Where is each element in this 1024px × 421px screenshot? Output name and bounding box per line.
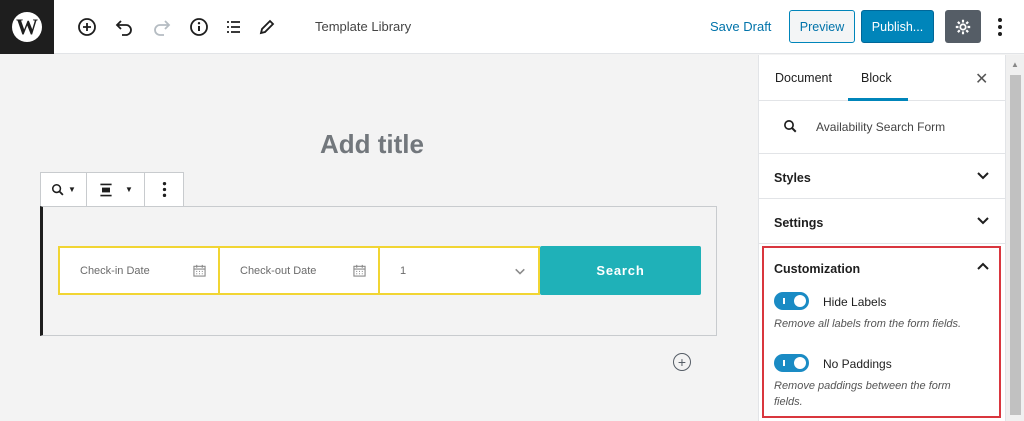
settings-sidebar: Document Block ✕ Availability Search For… bbox=[758, 55, 1005, 421]
block-toolbar: ▼ ▼ bbox=[40, 172, 184, 207]
guests-value: 1 bbox=[400, 264, 407, 277]
more-vertical-icon[interactable] bbox=[990, 13, 1010, 41]
close-icon[interactable]: ✕ bbox=[975, 69, 988, 89]
block-card-title: Availability Search Form bbox=[816, 120, 946, 134]
hide-labels-label: Hide Labels bbox=[823, 295, 887, 309]
search-icon bbox=[783, 119, 798, 139]
scroll-up-icon[interactable]: ▲ bbox=[1011, 60, 1019, 69]
preview-button[interactable]: Preview bbox=[789, 10, 855, 43]
editor-canvas: Add title ▼ ▼ Check-in Date Check-out Da… bbox=[0, 55, 758, 421]
checkin-placeholder: Check-in Date bbox=[80, 264, 150, 277]
sidebar-tabs: Document Block ✕ bbox=[759, 55, 1005, 101]
search-icon bbox=[51, 183, 65, 197]
scrollbar-thumb[interactable] bbox=[1010, 75, 1021, 415]
post-title-input[interactable]: Add title bbox=[320, 129, 424, 160]
no-paddings-toggle[interactable] bbox=[774, 354, 809, 372]
toggle-knob bbox=[794, 295, 806, 307]
list-view-icon[interactable] bbox=[220, 14, 246, 40]
no-paddings-label: No Paddings bbox=[823, 357, 892, 371]
add-block-icon[interactable] bbox=[74, 14, 100, 40]
caret-down-icon: ▼ bbox=[125, 185, 133, 194]
hide-labels-help: Remove all labels from the form fields. bbox=[774, 318, 962, 330]
calendar-icon bbox=[193, 264, 206, 277]
toggle-knob bbox=[794, 357, 806, 369]
availability-search-block[interactable]: Check-in Date Check-out Date 1 Search bbox=[40, 206, 717, 336]
panel-customization-title[interactable]: Customization bbox=[774, 262, 860, 276]
panel-styles-title: Styles bbox=[774, 171, 811, 185]
add-block-icon[interactable]: + bbox=[673, 353, 691, 371]
wordpress-logo-icon[interactable]: W bbox=[0, 0, 54, 54]
hide-labels-toggle[interactable] bbox=[774, 292, 809, 310]
search-button[interactable]: Search bbox=[540, 246, 701, 295]
tab-document[interactable]: Document bbox=[775, 71, 832, 85]
no-paddings-help: Remove paddings between the form fields. bbox=[774, 380, 951, 408]
tab-block[interactable]: Block bbox=[861, 71, 892, 85]
chevron-down-icon bbox=[514, 265, 526, 277]
toggle-on-mark bbox=[783, 298, 785, 304]
template-title: Template Library bbox=[315, 19, 412, 34]
toggle-on-mark bbox=[783, 360, 785, 366]
panel-customization: Customization Hide Labels Remove all lab… bbox=[762, 246, 1001, 418]
calendar-icon bbox=[353, 264, 366, 277]
block-card: Availability Search Form bbox=[759, 101, 1005, 154]
settings-button[interactable] bbox=[945, 10, 981, 43]
chevron-down-icon bbox=[976, 168, 990, 187]
redo-icon[interactable] bbox=[149, 14, 175, 40]
panel-styles[interactable]: Styles bbox=[759, 154, 1005, 199]
edit-icon[interactable] bbox=[254, 14, 280, 40]
gear-icon bbox=[954, 18, 972, 36]
checkout-placeholder: Check-out Date bbox=[240, 264, 317, 277]
align-icon bbox=[98, 182, 114, 198]
info-icon[interactable] bbox=[186, 14, 212, 40]
save-draft-button[interactable]: Save Draft bbox=[710, 19, 771, 34]
checkin-date-field[interactable]: Check-in Date bbox=[58, 246, 220, 295]
chevron-down-icon bbox=[976, 213, 990, 232]
sidebar-scrollbar[interactable]: ▲ bbox=[1005, 55, 1024, 421]
chevron-up-icon[interactable] bbox=[976, 260, 990, 279]
block-more-options[interactable] bbox=[145, 173, 183, 206]
align-button[interactable]: ▼ bbox=[87, 173, 145, 206]
caret-down-icon: ▼ bbox=[68, 185, 76, 194]
block-type-switcher[interactable]: ▼ bbox=[41, 173, 87, 206]
wordpress-logo-letter: W bbox=[12, 12, 42, 42]
panel-settings-title: Settings bbox=[774, 216, 824, 230]
checkout-date-field[interactable]: Check-out Date bbox=[218, 246, 380, 295]
undo-icon[interactable] bbox=[111, 14, 137, 40]
panel-settings[interactable]: Settings bbox=[759, 199, 1005, 244]
more-vertical-icon bbox=[162, 181, 167, 198]
guests-select[interactable]: 1 bbox=[378, 246, 540, 295]
editor-top-bar: W Template Library Save Draft Preview Pu… bbox=[0, 0, 1024, 54]
publish-button[interactable]: Publish... bbox=[861, 10, 934, 43]
search-form-row: Check-in Date Check-out Date 1 Search bbox=[58, 246, 701, 295]
